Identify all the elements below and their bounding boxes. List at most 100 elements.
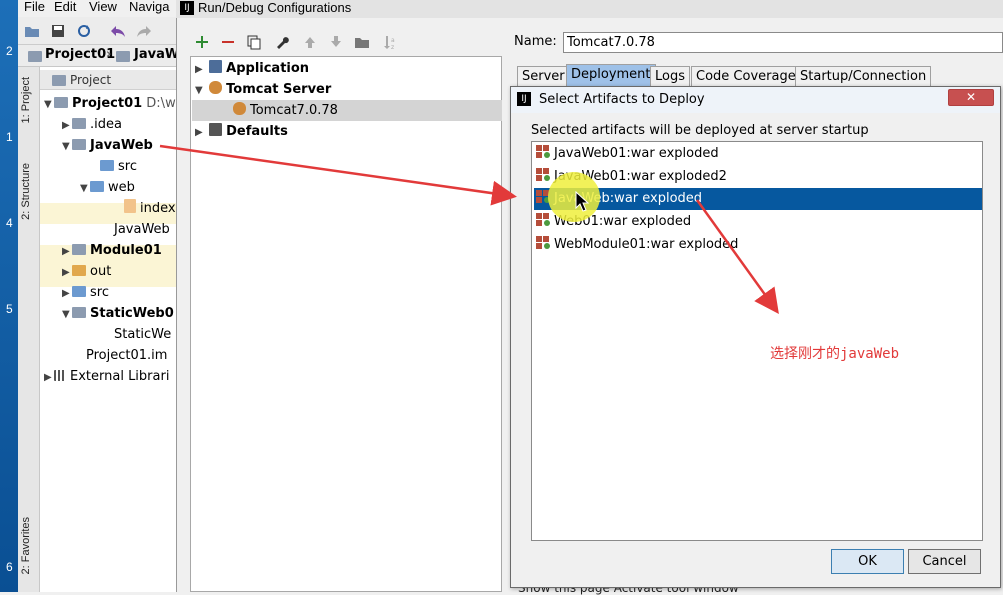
select-artifacts-dialog: IJ Select Artifacts to Deploy ✕ Selected… (510, 86, 1001, 588)
tree-node-application[interactable]: ▶ Application (195, 58, 309, 79)
add-icon[interactable] (194, 34, 210, 50)
breadcrumb-module[interactable]: JavaW (134, 47, 179, 62)
module-folder-icon (54, 97, 68, 108)
artifact-item-selected[interactable]: JavaWeb:war exploded (534, 188, 982, 210)
tree-node-module01[interactable]: ▶ Module01 (62, 240, 162, 261)
output-folder-icon (72, 265, 86, 276)
module-folder-icon (72, 244, 86, 255)
tree-node-external-libraries[interactable]: ▶ External Librari (44, 366, 169, 387)
configuration-tree: ▶ Application ▼ Tomcat Server Tomcat7.0.… (190, 56, 502, 592)
copy-icon[interactable] (246, 34, 262, 50)
run-debug-toolbar: az (190, 32, 500, 54)
run-debug-title: Run/Debug Configurations (198, 0, 352, 15)
mouse-pointer-icon (575, 191, 589, 212)
artifact-icon (536, 213, 550, 226)
tree-node-staticweb[interactable]: ▼ StaticWeb0 (62, 303, 174, 324)
web-folder-icon (90, 181, 104, 192)
tab-favorites[interactable]: 2: Favorites (20, 517, 32, 574)
menu-file[interactable]: File (24, 0, 45, 14)
tree-node-index-jsp[interactable]: index (114, 198, 176, 219)
sync-icon[interactable] (76, 23, 92, 39)
tree-node-project01[interactable]: ▼ Project01 D:\w (44, 93, 176, 114)
tree-node-javaweb[interactable]: ▼ JavaWeb (62, 135, 153, 156)
breadcrumb-project[interactable]: Project01 (45, 47, 115, 62)
folder-icon[interactable] (354, 34, 370, 50)
project-panel-header: Project (40, 70, 176, 90)
move-down-icon[interactable] (328, 34, 344, 50)
project-header-label: Project (70, 73, 112, 87)
ide-toolbar (18, 17, 176, 45)
wrench-icon[interactable] (274, 34, 290, 50)
desktop-label: 5 (6, 302, 13, 316)
intellij-icon: IJ (180, 1, 194, 15)
desktop-label: 6 (6, 560, 13, 574)
tree-node-project-iml[interactable]: Project01.im (76, 345, 167, 366)
tree-node-tomcat-server[interactable]: ▼ Tomcat Server (195, 79, 331, 100)
ide-menubar: File Edit View Naviga (18, 0, 176, 17)
desktop-label: 1 (6, 130, 13, 144)
folder-icon (116, 51, 130, 62)
svg-text:z: z (391, 44, 394, 50)
desktop-edge: 2 1 4 5 6 (0, 0, 18, 592)
tool-window-strip: 1: Project 2: Structure 2: Favorites (18, 67, 40, 592)
tab-project[interactable]: 1: Project (20, 77, 32, 123)
tree-node-tomcat-config[interactable]: Tomcat7.0.78 (233, 100, 338, 121)
artifacts-dialog-title: Select Artifacts to Deploy (539, 92, 705, 107)
folder-icon (72, 118, 86, 129)
tree-node-src-root[interactable]: ▶ src (62, 282, 109, 303)
undo-icon[interactable] (110, 23, 126, 39)
source-folder-icon (100, 160, 114, 171)
artifacts-caption: Selected artifacts will be deployed at s… (531, 123, 869, 138)
artifact-item[interactable]: WebModule01:war exploded (534, 234, 982, 256)
ok-button[interactable]: OK (831, 549, 904, 574)
menu-edit[interactable]: Edit (54, 0, 76, 14)
tree-node-web[interactable]: ▼ web (80, 177, 135, 198)
menu-navigate[interactable]: Naviga (129, 0, 169, 14)
move-up-icon[interactable] (302, 34, 318, 50)
tree-node-defaults[interactable]: ▶ Defaults (195, 121, 288, 142)
menu-view[interactable]: View (89, 0, 117, 14)
tab-startup-connection[interactable]: Startup/Connection (795, 66, 932, 87)
tomcat-icon (233, 102, 246, 115)
artifact-icon (536, 168, 550, 181)
cursor-highlight (548, 172, 600, 222)
artifact-icon (536, 236, 550, 249)
tree-node-src[interactable]: src (90, 156, 137, 177)
artifact-item[interactable]: Web01:war exploded (534, 211, 982, 233)
wrench-icon (209, 123, 223, 136)
annotation-note: 选择刚才的javaWeb (770, 346, 900, 362)
artifact-item[interactable]: JavaWeb01:war exploded2 (534, 166, 982, 188)
tab-structure[interactable]: 2: Structure (20, 163, 32, 220)
breadcrumb: Project01 › JavaW (18, 45, 179, 67)
redo-icon[interactable] (136, 23, 152, 39)
desktop-label: 4 (6, 216, 13, 230)
sort-icon[interactable]: az (382, 34, 398, 50)
tab-logs[interactable]: Logs (650, 66, 690, 87)
name-label: Name: (514, 34, 557, 49)
folder-icon (28, 51, 42, 62)
open-folder-icon[interactable] (24, 23, 40, 39)
artifact-item[interactable]: JavaWeb01:war exploded (534, 143, 982, 165)
tomcat-icon (209, 81, 223, 94)
name-field[interactable]: Tomcat7.0.78 (563, 32, 1003, 53)
module-folder-icon (72, 139, 86, 150)
tree-node-out[interactable]: ▶ out (62, 261, 111, 282)
artifact-icon (536, 145, 550, 158)
remove-icon[interactable] (220, 34, 236, 50)
tree-node-staticweb-iml[interactable]: StaticWe (104, 324, 171, 345)
svg-text:a: a (391, 37, 395, 44)
tab-deployment[interactable]: Deployment (566, 64, 656, 87)
tree-node-idea[interactable]: ▶ .idea (62, 114, 122, 135)
cancel-button[interactable]: Cancel (908, 549, 981, 574)
run-debug-titlebar: IJ Run/Debug Configurations (176, 0, 1003, 18)
save-icon[interactable] (50, 23, 66, 39)
library-icon (54, 370, 66, 381)
tab-server[interactable]: Server (517, 66, 570, 87)
desktop-label: 2 (6, 44, 13, 58)
close-button[interactable]: ✕ (948, 89, 994, 106)
tree-node-javaweb-iml[interactable]: JavaWeb (104, 219, 170, 240)
artifacts-titlebar: IJ Select Artifacts to Deploy ✕ (511, 87, 1000, 113)
module-folder-icon (72, 307, 86, 318)
tab-code-coverage[interactable]: Code Coverage (691, 66, 801, 87)
source-folder-icon (72, 286, 86, 297)
